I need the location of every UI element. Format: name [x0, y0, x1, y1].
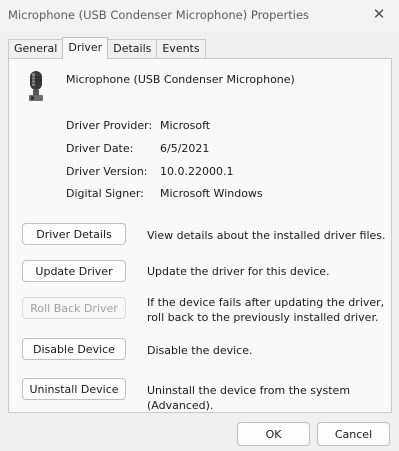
tab-details[interactable]: Details	[107, 39, 158, 59]
tab-events[interactable]: Events	[156, 39, 206, 59]
digital-signer-value: Microsoft Windows	[160, 187, 263, 200]
close-icon[interactable]: ✕	[365, 2, 393, 26]
driver-date-label: Driver Date:	[66, 142, 134, 155]
driver-details-description: View details about the installed driver …	[147, 229, 386, 242]
driver-date-value: 6/5/2021	[160, 142, 210, 155]
uninstall-device-button[interactable]: Uninstall Device	[22, 378, 126, 400]
roll-back-driver-button[interactable]: Roll Back Driver	[22, 297, 126, 319]
ok-button[interactable]: OK	[237, 422, 310, 446]
driver-details-button[interactable]: Driver Details	[22, 223, 126, 245]
update-driver-button[interactable]: Update Driver	[22, 260, 126, 282]
tab-general[interactable]: General	[8, 39, 64, 59]
digital-signer-label: Digital Signer:	[66, 187, 144, 200]
disable-device-description: Disable the device.	[147, 344, 253, 357]
driver-version-value: 10.0.22000.1	[160, 165, 234, 178]
driver-version-label: Driver Version:	[66, 165, 148, 178]
driver-provider-label: Driver Provider:	[66, 119, 153, 132]
roll-back-driver-description: If the device fails after updating the d…	[147, 296, 385, 324]
tab-strip: General Driver Details Events	[8, 37, 206, 59]
update-driver-description: Update the driver for this device.	[147, 265, 330, 278]
driver-tab-panel: Microphone (USB Condenser Microphone) Dr…	[8, 58, 392, 413]
microphone-icon	[29, 71, 43, 101]
driver-provider-value: Microsoft	[160, 119, 211, 132]
title-bar: Microphone (USB Condenser Microphone) Pr…	[0, 0, 399, 32]
window-title: Microphone (USB Condenser Microphone) Pr…	[8, 8, 310, 22]
device-name: Microphone (USB Condenser Microphone)	[66, 73, 295, 86]
disable-device-button[interactable]: Disable Device	[22, 338, 126, 360]
uninstall-device-description: Uninstall the device from the system (Ad…	[147, 384, 351, 412]
cancel-button[interactable]: Cancel	[317, 422, 390, 446]
tab-driver[interactable]: Driver	[62, 37, 109, 59]
